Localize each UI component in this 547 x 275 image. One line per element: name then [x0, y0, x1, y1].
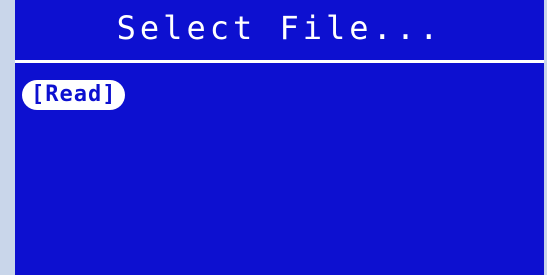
title-divider: [15, 60, 544, 63]
file-item-read[interactable]: [Read]: [22, 80, 126, 110]
device-screen: Select File... [Read]: [15, 0, 544, 275]
screen-title: Select File...: [116, 9, 443, 47]
file-list: [Read]: [22, 80, 544, 110]
